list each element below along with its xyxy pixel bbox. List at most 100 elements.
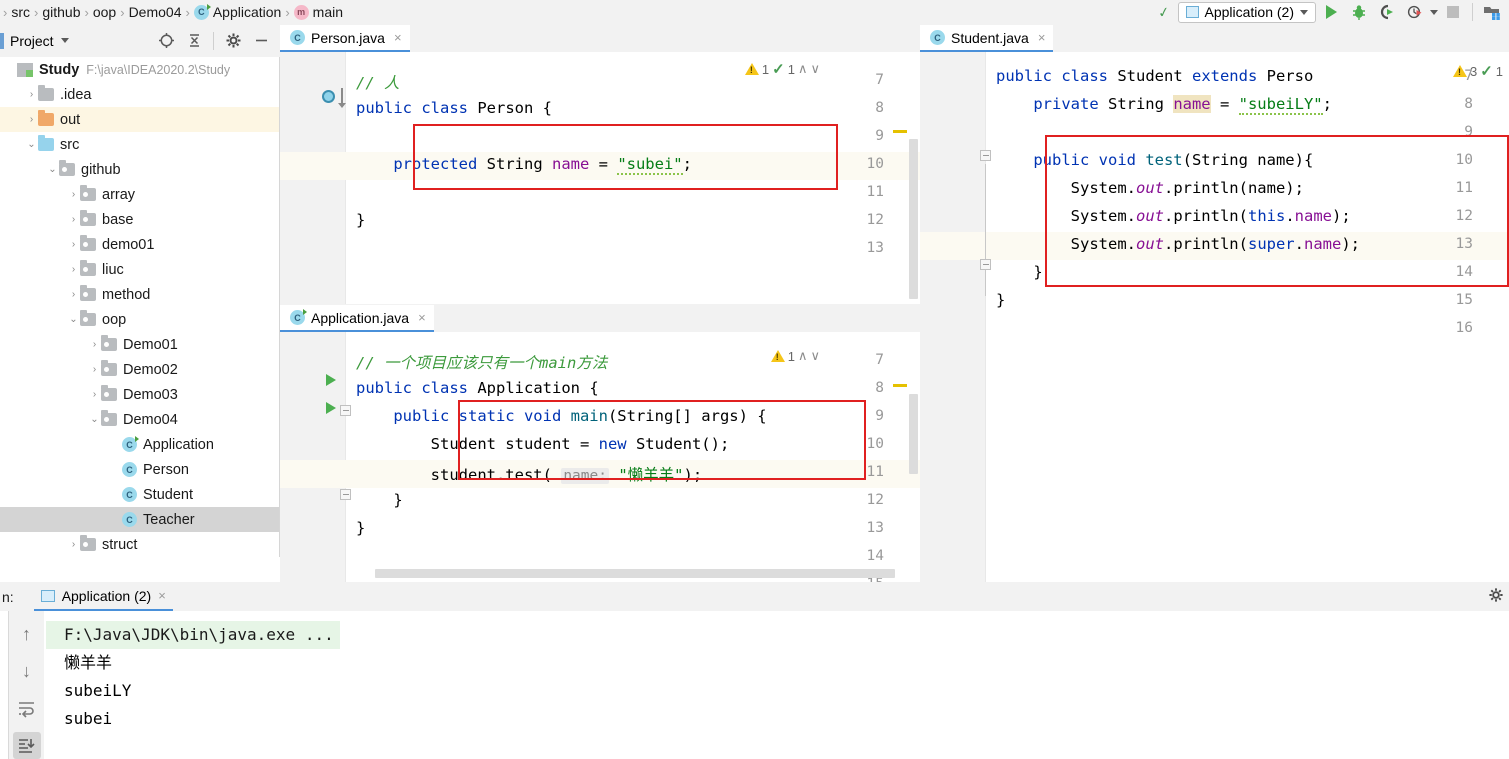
chevron-down-icon[interactable]: ∨ [810,61,820,77]
tree-item-demo04[interactable]: ⌄ Demo04 [0,407,279,432]
tree-item-study[interactable]: Study F:\java\IDEA2020.2\Study [0,57,279,82]
close-icon[interactable]: × [418,310,426,325]
breadcrumb-item-demo04[interactable]: Demo04 [126,4,185,20]
chevron-right-icon[interactable]: › [88,339,101,350]
tab-application-java[interactable]: C Application.java × [280,305,434,332]
tree-item-method[interactable]: › method [0,282,279,307]
chevron-right-icon[interactable]: › [67,214,80,225]
soft-wrap-icon[interactable] [13,695,41,722]
breadcrumb-item-main[interactable]: m main [291,4,346,20]
collapse-all-icon[interactable] [181,30,207,52]
run-method-gutter-icon[interactable] [326,402,336,414]
tree-item-application[interactable]: C Application [0,432,279,457]
chevron-right-icon[interactable]: › [25,114,38,125]
tree-item-array[interactable]: › array [0,182,279,207]
console-output[interactable]: F:\Java\JDK\bin\java.exe ... 懒羊羊 subeiLY su… [46,611,1509,759]
chevron-down-icon[interactable]: ⌄ [67,314,80,325]
close-icon[interactable]: × [394,30,402,45]
inspection-widget-student[interactable]: 3 ✓ 1 [1452,62,1503,80]
breadcrumb-item-application[interactable]: C Application [191,3,285,20]
overridden-member-icon[interactable] [322,90,335,103]
locate-icon[interactable] [153,30,179,52]
editor-scrollbar-application[interactable] [909,394,918,474]
tree-item-person[interactable]: C Person [0,457,279,482]
code-line[interactable] [280,124,920,152]
code-line[interactable] [280,208,920,236]
chevron-right-icon[interactable]: › [25,89,38,100]
code-area-application[interactable]: 7 // 一个项目应该只有一个main方法 8 public class Applic… [280,332,920,592]
project-structure-button[interactable] [1479,1,1505,23]
chevron-up-icon[interactable]: ∧ [798,348,808,364]
tree-item-demo01[interactable]: › demo01 [0,232,279,257]
profiler-button[interactable] [1402,1,1428,23]
chevron-right-icon[interactable]: › [67,239,80,250]
chevron-right-icon[interactable]: › [67,289,80,300]
tree-item--idea[interactable]: › .idea [0,82,279,107]
editor-scrollbar-person[interactable] [909,139,918,299]
fold-marker-close[interactable] [340,489,351,500]
settings-icon[interactable] [220,30,246,52]
inspection-widget-application[interactable]: 1 ∧ ∨ [770,348,820,364]
run-class-gutter-icon[interactable] [326,374,336,386]
editor-hscrollbar-application[interactable] [375,569,895,578]
code-line[interactable] [280,180,920,208]
tab-person-java[interactable]: C Person.java × [280,25,410,52]
tree-item-student[interactable]: C Student [0,482,279,507]
chevron-down-icon[interactable]: ⌄ [46,164,59,175]
chevron-right-icon[interactable]: › [88,389,101,400]
tree-item-out[interactable]: › out [0,107,279,132]
code-line[interactable] [280,544,920,572]
code-area-person[interactable]: 7 // 人 8 public class Person {9 10 protected… [280,52,920,304]
tree-item-oop[interactable]: ⌄ oop [0,307,279,332]
chevron-up-icon[interactable]: ∧ [798,61,808,77]
chevron-down-icon[interactable]: ⌄ [25,139,38,150]
project-tree[interactable]: Study F:\java\IDEA2020.2\Study › .idea › out ⌄… [0,57,280,582]
fold-marker-open[interactable] [980,150,991,161]
fold-marker-close[interactable] [980,259,991,270]
run-tab-application[interactable]: Application (2) × [33,583,173,611]
tree-item-base[interactable]: › base [0,207,279,232]
tree-item-struct[interactable]: › struct [0,532,279,557]
up-arrow-icon[interactable]: ↑ [13,621,41,648]
hide-panel-icon[interactable] [248,30,274,52]
tree-item-teacher[interactable]: C Teacher [0,507,279,532]
code-line[interactable] [920,288,1509,316]
code-line[interactable] [920,316,1509,344]
inspection-widget-person[interactable]: 1 ✓ 1 ∧ ∨ [744,60,820,78]
close-icon[interactable]: × [158,588,166,603]
settings-icon[interactable] [1488,587,1509,606]
debug-button[interactable] [1346,1,1372,23]
tree-item-demo02[interactable]: › Demo02 [0,357,279,382]
chevron-down-icon[interactable]: ∨ [810,348,820,364]
tree-item-demo01[interactable]: › Demo01 [0,332,279,357]
code-line[interactable] [280,236,920,264]
warning-stripe-marker[interactable] [893,384,907,387]
tree-item-github[interactable]: ⌄ github [0,157,279,182]
chevron-right-icon[interactable]: › [67,189,80,200]
warning-stripe-marker[interactable] [893,130,907,133]
scroll-to-end-icon[interactable] [12,732,41,759]
chevron-right-icon[interactable]: › [88,364,101,375]
fold-marker-open[interactable] [340,405,351,416]
project-panel-title[interactable]: Project [4,33,54,49]
tree-item-demo03[interactable]: › Demo03 [0,382,279,407]
tree-item-liuc[interactable]: › liuc [0,257,279,282]
tab-student-java[interactable]: C Student.java × [920,25,1054,52]
chevron-down-icon[interactable]: ⌄ [88,414,101,425]
code-area-student[interactable]: 7 public class Student extends Perso 8 pri… [920,52,1509,582]
breadcrumb-item-src[interactable]: src [8,4,33,20]
run-configuration-selector[interactable]: Application (2) [1177,1,1316,23]
run-button[interactable] [1318,1,1344,23]
chevron-right-icon[interactable]: › [67,539,80,550]
breadcrumb-item-oop[interactable]: oop [90,4,119,20]
down-arrow-icon[interactable]: ↓ [13,658,41,685]
code-line[interactable] [280,516,920,544]
run-with-coverage-button[interactable] [1374,1,1400,23]
code-line[interactable] [920,120,1509,148]
chevron-down-icon[interactable] [1430,9,1438,15]
breadcrumb-item-github[interactable]: github [39,4,83,20]
tree-item-src[interactable]: ⌄ src [0,132,279,157]
chevron-right-icon[interactable]: › [67,264,80,275]
close-icon[interactable]: × [1038,30,1046,45]
chevron-down-icon[interactable] [60,38,69,43]
